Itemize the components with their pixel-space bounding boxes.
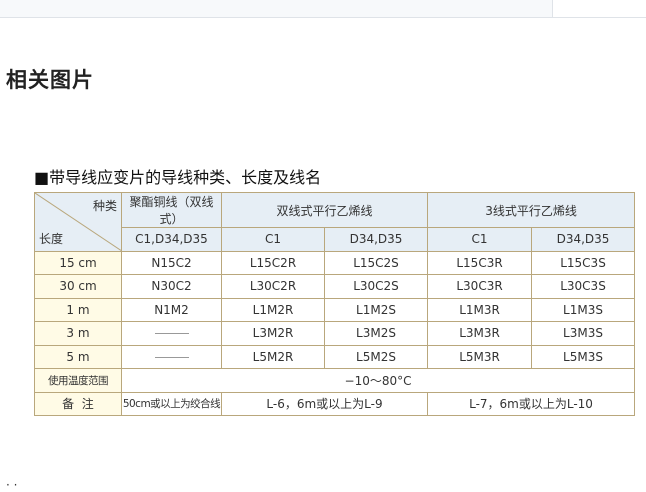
table-cell: L30C3S — [531, 274, 636, 299]
table-row: 5 m L5M2R L5M2S L5M3R L5M3S — [34, 344, 636, 369]
table-cell: L5M3R — [427, 344, 533, 369]
table-cell: L30C2S — [323, 274, 429, 299]
table-cell: L5M3S — [531, 344, 636, 369]
note-cell: L-6，6m或以上为L-9 — [220, 391, 429, 416]
dash-mark — [154, 333, 189, 335]
table-row: 30 cm N30C2 L30C2R L30C2S L30C3R L30C3S — [34, 274, 636, 299]
table-cell: L1M3S — [531, 297, 636, 322]
group-header-2wire-vinyl: 双线式平行乙烯线 — [220, 192, 429, 228]
temperature-value: −10～80°C — [120, 368, 636, 393]
subheader-cell: D34,D35 — [531, 227, 636, 252]
subheader-cell: C1 — [221, 227, 325, 252]
table-caption: ■带导线应变片的导线种类、长度及线名 — [34, 168, 322, 187]
corner-cell: 种类 长度 — [34, 192, 122, 252]
length-cell: 5 m — [34, 344, 122, 369]
corner-kind-label: 种类 — [92, 199, 117, 213]
table-cell: L5M2R — [221, 344, 325, 369]
group-header-3wire-vinyl: 3线式平行乙烯线 — [427, 192, 636, 228]
length-cell: 15 cm — [34, 250, 122, 275]
notes-row: 备 注 50cm或以上为绞合线 L-6，6m或以上为L-9 L-7，6m或以上为… — [34, 391, 636, 416]
cutoff-text: · · — [6, 478, 18, 492]
table-cell: L15C2S — [323, 250, 429, 275]
notes-label: 备 注 — [34, 391, 122, 416]
table-cell: L30C3R — [427, 274, 533, 299]
table-cell: L1M2S — [323, 297, 429, 322]
temperature-row: 使用温度范围 −10～80°C — [34, 368, 636, 393]
table-cell: L5M2S — [323, 344, 429, 369]
subheader-cell: C1 — [427, 227, 533, 252]
table-row: 15 cm N15C2 L15C2R L15C2S L15C3R L15C3S — [34, 250, 636, 275]
table-cell: L30C2R — [221, 274, 325, 299]
table-row: 1 m N1M2 L1M2R L1M2S L1M3R L1M3S — [34, 297, 636, 322]
dash-mark — [154, 356, 189, 358]
length-cell: 1 m — [34, 297, 122, 322]
subheader-cell: C1,D34,D35 — [121, 227, 222, 252]
table-cell: L15C3R — [427, 250, 533, 275]
top-table-fragment — [0, 0, 646, 18]
top-table-cell — [553, 0, 646, 18]
table-cell: L15C3S — [531, 250, 636, 275]
top-table-cell — [0, 0, 553, 18]
empty-cell — [121, 321, 222, 346]
table-row: 3 m L3M2R L3M2S L3M3R L3M3S — [34, 321, 636, 346]
table-cell: L3M3R — [427, 321, 533, 346]
note-cell: L-7，6m或以上为L-10 — [427, 391, 636, 416]
subheader-cell: D34,D35 — [323, 227, 429, 252]
length-cell: 30 cm — [34, 274, 122, 299]
lead-wire-table: 种类 长度 聚酯铜线（双线式） 双线式平行乙烯线 3线式平行乙烯线 C1,D34… — [34, 192, 636, 416]
temperature-label: 使用温度范围 — [34, 368, 122, 393]
table-cell: L3M2S — [323, 321, 429, 346]
table-cell: L1M2R — [221, 297, 325, 322]
table-cell: L15C2R — [221, 250, 325, 275]
table-cell: L1M3R — [427, 297, 533, 322]
length-cell: 3 m — [34, 321, 122, 346]
section-title: 相关图片 — [6, 68, 94, 92]
empty-cell — [121, 344, 222, 369]
group-header-polyester: 聚酯铜线（双线式） — [121, 192, 222, 228]
table-cell: N1M2 — [121, 297, 222, 322]
note-cell: 50cm或以上为绞合线 — [121, 391, 222, 416]
corner-length-label: 长度 — [39, 231, 64, 246]
table-cell: L3M3S — [531, 321, 636, 346]
table-cell: N15C2 — [121, 250, 222, 275]
table-cell: N30C2 — [121, 274, 222, 299]
table-cell: L3M2R — [221, 321, 325, 346]
